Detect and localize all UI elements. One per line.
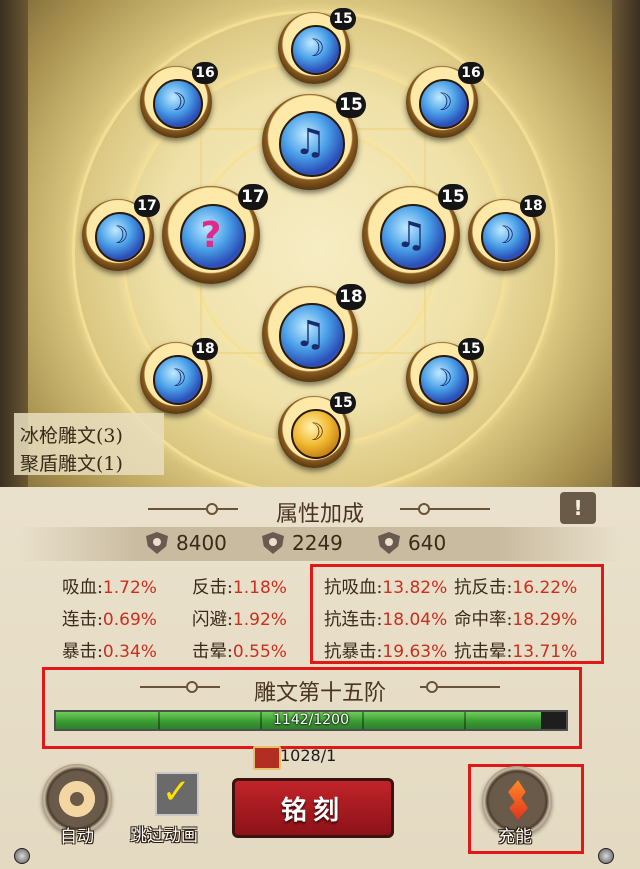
rune-slot[interactable]: ♫ 15: [362, 184, 468, 284]
rune-level-badge: 15: [330, 392, 356, 414]
defense-stat: 640: [378, 531, 446, 555]
rune-slot[interactable]: ☽ 15: [278, 392, 356, 468]
attribute-item: 吸血:1.72%: [62, 578, 157, 598]
sword-shield-icon: [262, 532, 284, 554]
rune-slot[interactable]: ☽ 16: [140, 62, 218, 138]
panel-title: 属性加成: [275, 502, 364, 527]
rune-set-label: 聚盾雕文(1): [20, 453, 123, 475]
hp-value: 8400: [176, 531, 227, 555]
rune-level-badge: 18: [520, 195, 546, 217]
gear-icon: [59, 781, 95, 817]
auto-label: 自动: [60, 827, 94, 847]
rune-slot[interactable]: ☽ 15: [406, 338, 484, 414]
attribute-item: 命中率:18.29%: [454, 610, 578, 630]
attribute-item: 闪避:1.92%: [192, 610, 287, 630]
rune-level-badge: 15: [336, 92, 366, 118]
rune-slot[interactable]: ♫ 18: [262, 284, 366, 382]
attribute-item: 抗反击:16.22%: [454, 578, 578, 598]
rune-level-badge: 18: [336, 284, 366, 310]
defense-shield-icon: [378, 532, 400, 554]
rune-level-badge: 16: [192, 62, 218, 84]
rune-level-badge: 18: [192, 338, 218, 360]
engrave-cost: 1028/1: [280, 746, 337, 765]
attribute-item: 暴击:0.34%: [62, 642, 157, 662]
corner-bolt-icon: [14, 848, 30, 864]
rune-slot[interactable]: ☽ 17: [82, 195, 160, 271]
heart-shield-icon: [146, 532, 168, 554]
tier-title: 雕文第十五阶: [253, 681, 386, 706]
hp-stat: 8400: [146, 531, 227, 555]
attribute-item: 连击:0.69%: [62, 610, 157, 630]
tier-progress-bar: 1142/1200: [54, 710, 568, 731]
rune-level-badge: 15: [438, 184, 468, 210]
attribute-item: 抗暴击:19.63%: [324, 642, 448, 662]
skip-animation-checkbox[interactable]: [155, 772, 199, 816]
attribute-item: 击晕:0.55%: [192, 642, 287, 662]
attribute-item: 抗吸血:13.82%: [324, 578, 448, 598]
rune-array: ☽ 15 ☽ 16 ☽ 16 ♫ 15 ☽ 17 ? 17 ♫ 15 ☽ 18 …: [0, 0, 640, 487]
skip-animation-label: 跳过动画: [130, 826, 198, 846]
rune-slot[interactable]: ☽ 15: [278, 8, 356, 84]
rune-slot[interactable]: ♫ 15: [262, 92, 366, 190]
rune-slot[interactable]: ☽ 16: [406, 62, 484, 138]
rune-slot[interactable]: ☽ 18: [468, 195, 546, 271]
rune-level-badge: 15: [330, 8, 356, 30]
engrave-button[interactable]: 铭刻: [232, 778, 394, 838]
rune-level-badge: 15: [458, 338, 484, 360]
rune-book-icon: [253, 746, 281, 770]
corner-bolt-icon: [598, 848, 614, 864]
info-button[interactable]: !: [560, 492, 596, 524]
rune-level-badge: 17: [134, 195, 160, 217]
attack-value: 2249: [292, 531, 343, 555]
rune-level-badge: 16: [458, 62, 484, 84]
attribute-item: 反击:1.18%: [192, 578, 287, 598]
rune-set-label: 冰枪雕文(3): [20, 425, 123, 447]
rune-level-badge: 17: [238, 184, 268, 210]
attack-stat: 2249: [262, 531, 343, 555]
rune-slot[interactable]: ? 17: [162, 184, 268, 284]
attribute-item: 抗击晕:13.71%: [454, 642, 578, 662]
rune-slot[interactable]: ☽ 18: [140, 338, 218, 414]
attribute-item: 抗连击:18.04%: [324, 610, 448, 630]
rune-screen: ☽ 15 ☽ 16 ☽ 16 ♫ 15 ☽ 17 ? 17 ♫ 15 ☽ 18 …: [0, 0, 640, 869]
flame-icon: [508, 780, 528, 820]
defense-value: 640: [408, 531, 447, 555]
progress-text: 1142/1200: [273, 712, 349, 728]
charge-label: 充能: [498, 827, 532, 847]
right-edge: [612, 0, 640, 487]
